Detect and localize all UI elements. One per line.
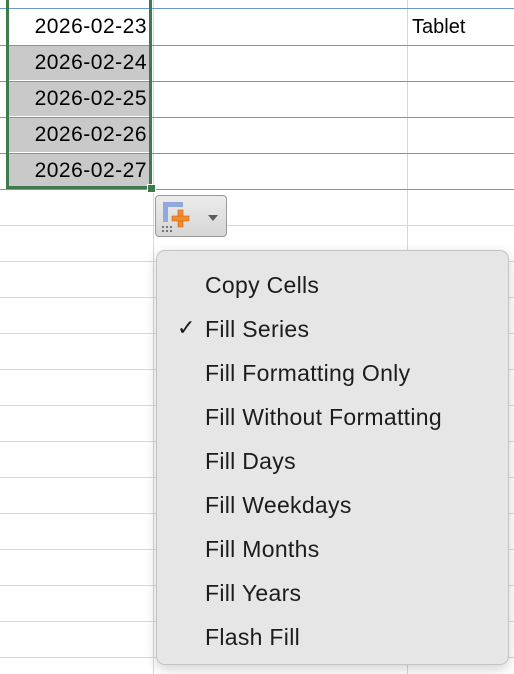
menu-item-fill-days[interactable]: Fill Days	[157, 439, 508, 483]
menu-item-label: Fill Months	[205, 536, 320, 562]
cell-date-4[interactable]: 2026-02-26	[8, 118, 151, 152]
fill-handle[interactable]	[147, 184, 156, 193]
menu-item-copy-cells[interactable]: Copy Cells	[157, 263, 508, 307]
chevron-down-icon	[207, 210, 219, 228]
autofill-options-button[interactable]	[155, 195, 227, 237]
menu-item-label: Flash Fill	[205, 624, 301, 650]
menu-item-fill-months[interactable]: Fill Months	[157, 527, 508, 571]
spreadsheet-grid[interactable]: 2026-02-23 2026-02-24 2026-02-25 2026-02…	[0, 0, 514, 674]
menu-item-label: Copy Cells	[205, 272, 320, 298]
menu-item-fill-years[interactable]: Fill Years	[157, 571, 508, 615]
cell-date-2[interactable]: 2026-02-24	[8, 46, 151, 80]
menu-item-label: Fill Series	[205, 316, 310, 342]
menu-item-fill-without-formatting[interactable]: Fill Without Formatting	[157, 395, 508, 439]
row-divider	[0, 225, 514, 226]
menu-item-fill-weekdays[interactable]: Fill Weekdays	[157, 483, 508, 527]
cell-device[interactable]: Tablet	[411, 10, 511, 44]
cell-date-3[interactable]: 2026-02-25	[8, 82, 151, 116]
menu-item-fill-series[interactable]: ✓ Fill Series	[157, 307, 508, 351]
autofill-options-menu: Copy Cells ✓ Fill Series Fill Formatting…	[156, 250, 509, 665]
menu-item-flash-fill[interactable]: Flash Fill	[157, 615, 508, 659]
checkmark-icon: ✓	[177, 316, 196, 341]
menu-item-label: Fill Weekdays	[205, 492, 352, 518]
row-divider	[0, 8, 514, 9]
cell-date-5[interactable]: 2026-02-27	[8, 154, 151, 188]
autofill-options-icon	[160, 199, 196, 238]
cell-date-1[interactable]: 2026-02-23	[8, 10, 151, 44]
row-divider	[0, 189, 514, 190]
menu-item-label: Fill Days	[205, 448, 296, 474]
menu-item-label: Fill Years	[205, 580, 302, 606]
column-divider	[153, 0, 154, 674]
menu-item-label: Fill Formatting Only	[205, 360, 411, 386]
menu-item-fill-formatting-only[interactable]: Fill Formatting Only	[157, 351, 508, 395]
menu-item-label: Fill Without Formatting	[205, 404, 442, 430]
